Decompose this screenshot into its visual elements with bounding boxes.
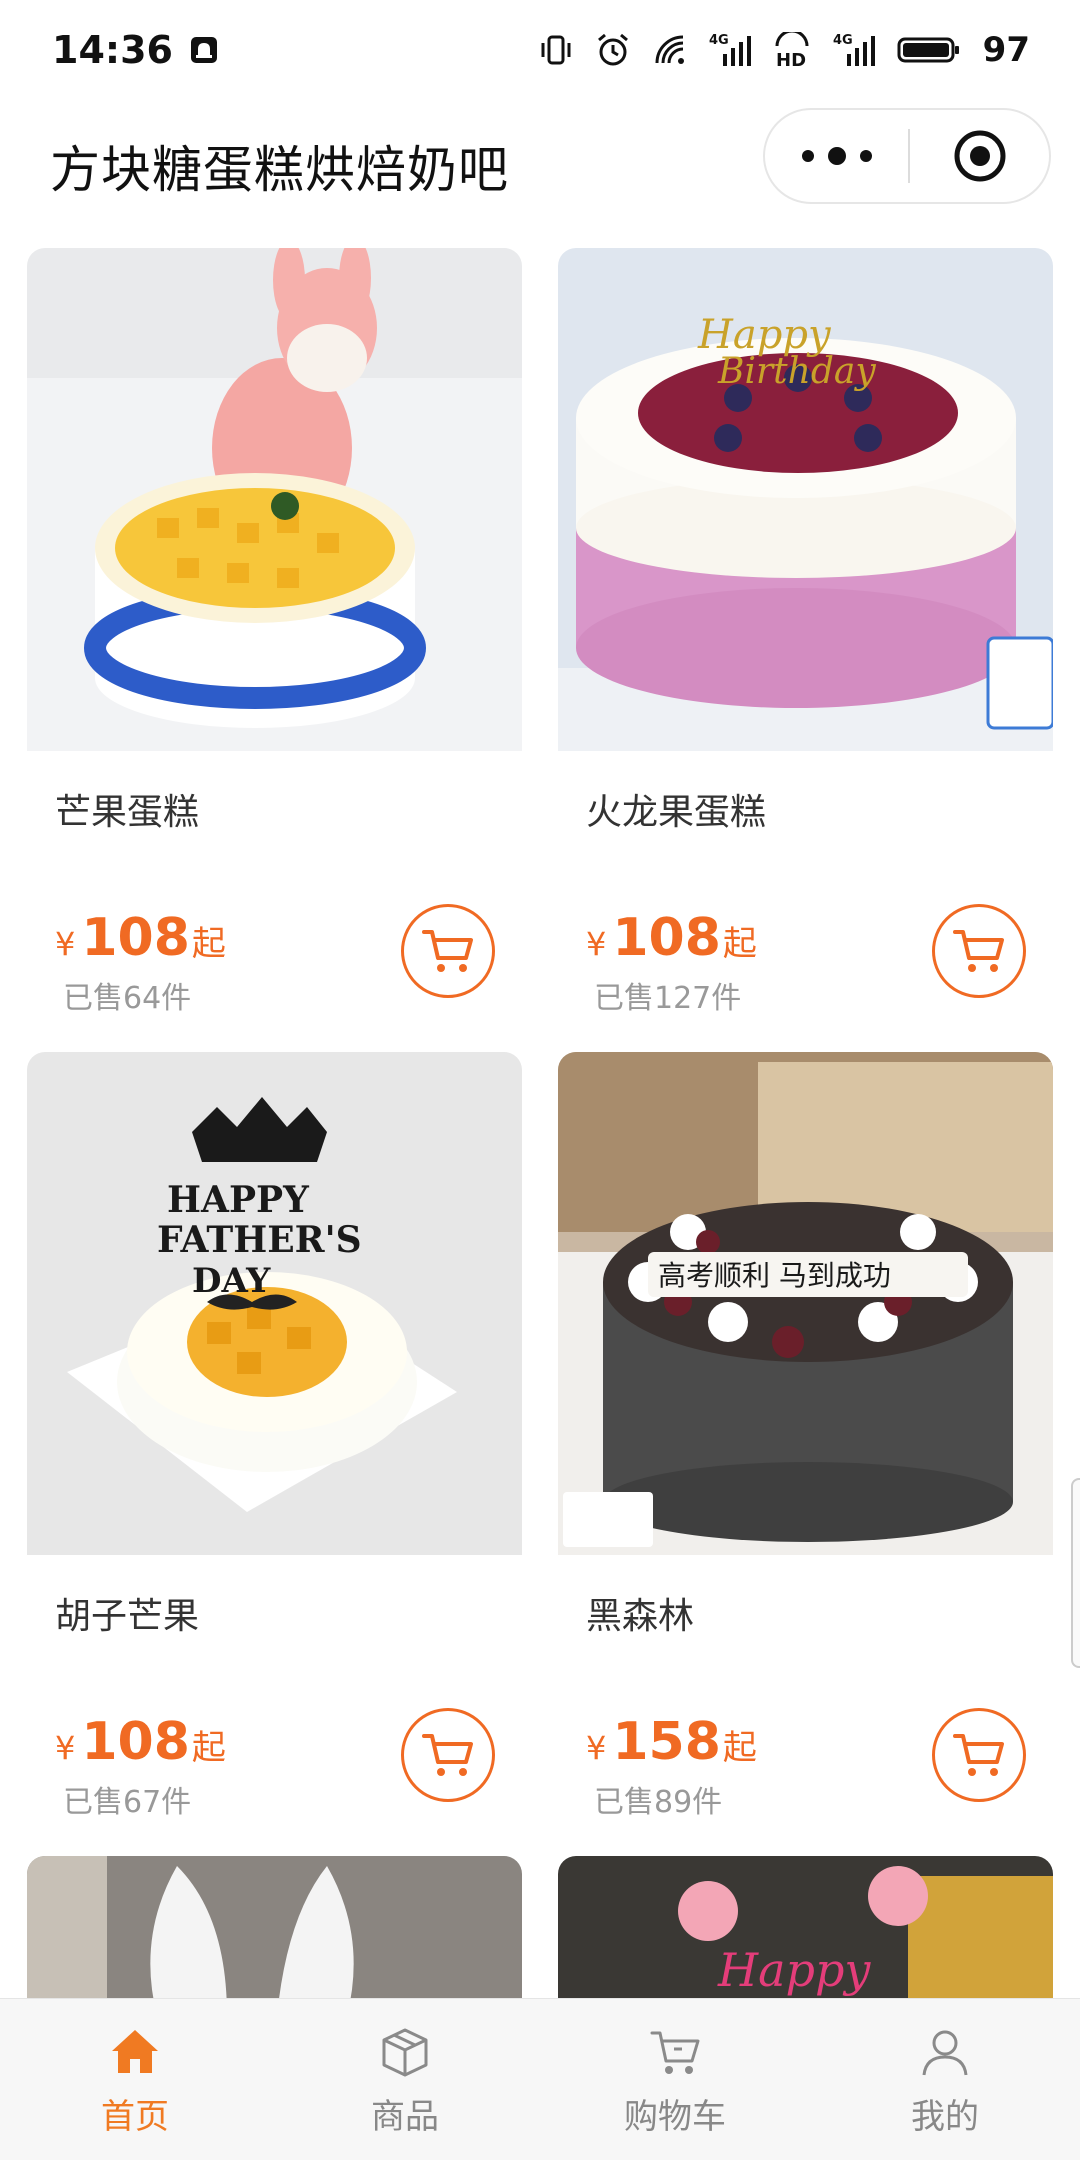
signal-4g-icon: 4G: [833, 32, 875, 68]
battery-icon: [897, 35, 961, 65]
product-name[interactable]: 黑森林: [586, 1587, 694, 1639]
alarm-icon: [595, 32, 631, 68]
svg-text:4G: 4G: [709, 33, 729, 48]
price-suffix: 起: [722, 1728, 757, 1768]
price-value: 108: [81, 1712, 190, 1772]
more-dots-icon: [827, 147, 846, 165]
tab-label: 商品: [371, 2097, 439, 2137]
product-image[interactable]: Happy Birthday: [558, 248, 1053, 751]
svg-text:Birthday: Birthday: [717, 351, 876, 392]
battery-level: 97: [982, 30, 1030, 70]
product-image[interactable]: HAPPY FATHER'S DAY: [27, 1052, 522, 1555]
user-icon: [922, 2030, 968, 2076]
page-title: 方块糖蛋糕烘焙奶吧: [50, 141, 509, 199]
vibrate-icon: [539, 33, 573, 67]
price-suffix: 起: [722, 924, 757, 964]
svg-text:HD: HD: [776, 50, 806, 68]
box-icon: [382, 2028, 428, 2077]
product-card[interactable]: 芒果蛋糕 ¥ 108 起 已售64件: [27, 248, 522, 1018]
more-button[interactable]: [765, 110, 908, 202]
more-dots-icon: [859, 150, 872, 162]
tab-products[interactable]: 商品: [270, 1999, 540, 2160]
product-image[interactable]: [27, 1856, 522, 2016]
price: ¥ 108 起: [55, 1712, 226, 1772]
tab-label: 我的: [911, 2097, 979, 2137]
price: ¥ 108 起: [55, 908, 226, 968]
svg-text:4G: 4G: [833, 33, 853, 48]
currency-symbol: ¥: [586, 925, 607, 963]
sold-count: 已售67件: [63, 1785, 192, 1820]
currency-symbol: ¥: [55, 925, 76, 963]
cart-icon: [422, 1734, 473, 1776]
sold-count: 已售127件: [594, 981, 742, 1016]
close-miniprogram-button[interactable]: [910, 110, 1049, 202]
tab-profile[interactable]: 我的: [810, 1999, 1080, 2160]
add-to-cart-button[interactable]: [401, 904, 495, 998]
price-value: 158: [612, 1712, 721, 1772]
cart-icon: [953, 930, 1004, 972]
wifi-icon: [653, 33, 687, 67]
product-image[interactable]: 高考顺利 马到成功: [558, 1052, 1053, 1555]
product-name[interactable]: 火龙果蛋糕: [586, 783, 766, 835]
product-name[interactable]: 芒果蛋糕: [55, 783, 199, 835]
cart-icon: [422, 930, 473, 972]
product-image[interactable]: Happy: [558, 1856, 1053, 2016]
price-value: 108: [612, 908, 721, 968]
hd-icon: HD: [773, 32, 811, 68]
price: ¥ 108 起: [586, 908, 757, 968]
svg-text:DAY: DAY: [192, 1261, 271, 1301]
add-to-cart-button[interactable]: [401, 1708, 495, 1802]
tab-bar: 首页 商品 购物车 我的: [0, 1998, 1080, 2160]
scrollbar[interactable]: [1071, 1478, 1080, 1668]
product-card[interactable]: HAPPY FATHER'S DAY 胡子芒果 ¥ 108 起 已售67件: [27, 1052, 522, 1822]
svg-text:高考顺利 马到成功: 高考顺利 马到成功: [658, 1259, 891, 1292]
happy-topper-text: Happy: [717, 1943, 871, 1997]
currency-symbol: ¥: [586, 1729, 607, 1767]
price-suffix: 起: [191, 1728, 226, 1768]
home-icon: [112, 2030, 158, 2073]
add-to-cart-button[interactable]: [932, 904, 1026, 998]
notification-icon: [189, 35, 219, 65]
product-image[interactable]: [27, 248, 522, 751]
tab-label: 购物车: [624, 2097, 726, 2137]
status-right: 4G HD 4G 97: [539, 30, 1030, 70]
svg-text:FATHER'S: FATHER'S: [157, 1219, 362, 1261]
product-card[interactable]: 高考顺利 马到成功 黑森林 ¥ 158 起 已售89件: [558, 1052, 1053, 1822]
capsule-menu: [763, 108, 1051, 204]
price-suffix: 起: [191, 924, 226, 964]
more-dots-icon: [801, 150, 814, 162]
status-bar: 14:36 4G HD 4G 97: [0, 0, 1080, 100]
svg-text:HAPPY: HAPPY: [167, 1179, 310, 1221]
tab-label: 首页: [101, 2097, 169, 2137]
signal-4g-icon: 4G: [709, 32, 751, 68]
status-time: 14:36: [52, 28, 173, 72]
price: ¥ 158 起: [586, 1712, 757, 1772]
sold-count: 已售89件: [594, 1785, 723, 1820]
status-left: 14:36: [52, 28, 219, 72]
product-name[interactable]: 胡子芒果: [55, 1587, 199, 1639]
product-card[interactable]: Happy Birthday 火龙果蛋糕 ¥ 108 起 已售127件: [558, 248, 1053, 1018]
target-close-icon: [954, 130, 1005, 182]
price-value: 108: [81, 908, 190, 968]
cart-icon: [953, 1734, 1004, 1776]
currency-symbol: ¥: [55, 1729, 76, 1767]
cart-icon: [650, 2031, 700, 2074]
tab-cart[interactable]: 购物车: [540, 1999, 810, 2160]
sold-count: 已售64件: [63, 981, 192, 1016]
tab-home[interactable]: 首页: [0, 1999, 270, 2160]
add-to-cart-button[interactable]: [932, 1708, 1026, 1802]
